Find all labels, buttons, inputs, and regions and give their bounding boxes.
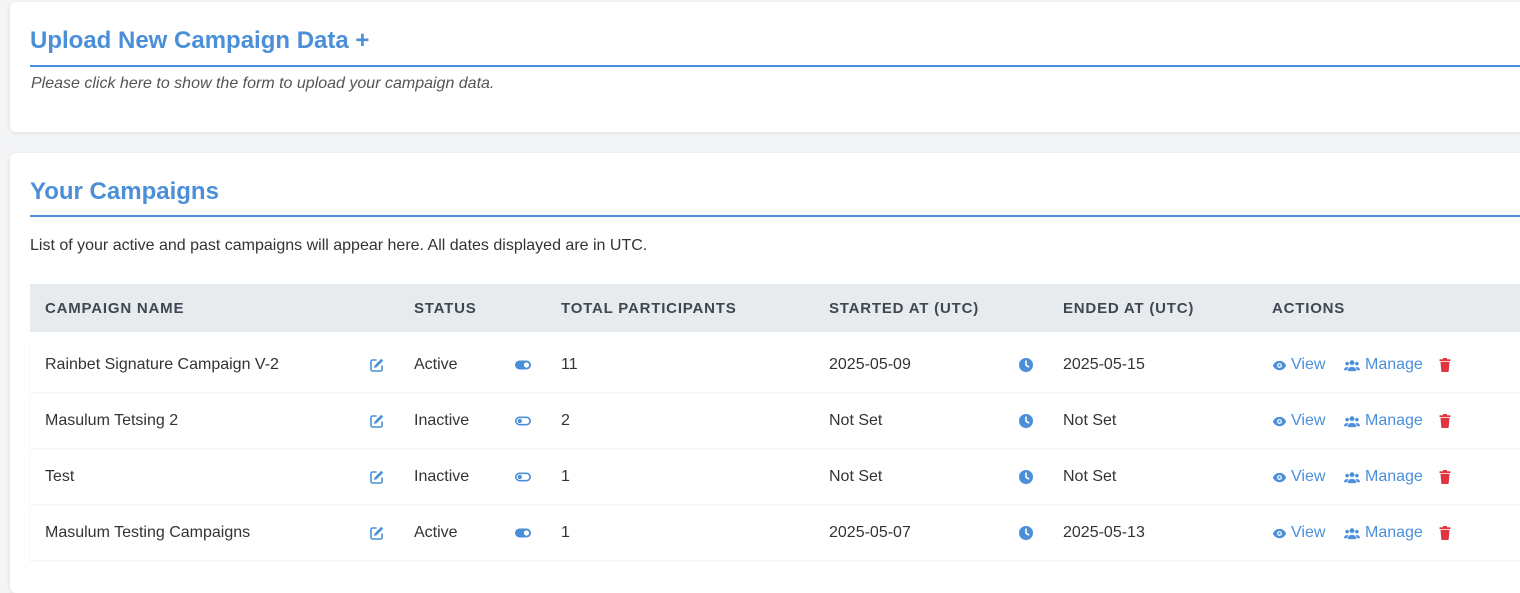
campaign-name: Rainbet Signature Campaign V-2 [45,356,279,373]
upload-card: Upload New Campaign Data + Please click … [10,2,1520,132]
campaigns-description: List of your active and past campaigns w… [30,237,648,254]
manage-link[interactable]: Manage [1343,412,1423,430]
ended-at: Not Set [1063,468,1117,485]
trash-icon[interactable] [1437,469,1453,485]
upload-title[interactable]: Upload New Campaign Data + [30,27,369,55]
ended-at: 2025-05-15 [1063,356,1145,373]
view-label: View [1291,468,1326,485]
view-link[interactable]: View [1272,524,1325,542]
campaign-status: Inactive [414,468,470,485]
manage-label: Manage [1365,412,1423,429]
total-participants: 11 [561,356,578,373]
view-label: View [1291,356,1326,373]
manage-link[interactable]: Manage [1343,468,1423,486]
clock-icon[interactable] [1018,469,1034,485]
view-label: View [1291,412,1326,429]
total-participants: 2 [561,412,570,429]
started-at: Not Set [829,412,883,429]
view-link[interactable]: View [1272,412,1325,430]
started-at: Not Set [829,468,883,485]
table-row: Rainbet Signature Campaign V-2 Active 11… [30,339,1520,392]
users-icon [1344,527,1360,539]
table-row: Test Inactive 1 Not Set Not Set View Man… [30,451,1520,504]
campaign-status: Active [414,524,458,541]
column-header-total-participants: TOTAL PARTICIPANTS [561,300,737,317]
campaigns-title: Your Campaigns [30,178,219,205]
manage-link[interactable]: Manage [1343,524,1423,542]
users-icon [1344,359,1360,371]
table-row: Masulum Tetsing 2 Inactive 2 Not Set Not… [30,395,1520,448]
manage-link[interactable]: Manage [1343,356,1423,374]
column-header-campaign-name: CAMPAIGN NAME [45,300,185,317]
manage-label: Manage [1365,524,1423,541]
started-at: 2025-05-09 [829,356,911,373]
campaign-name: Test [45,468,75,485]
manage-label: Manage [1365,468,1423,485]
campaigns-title-divider [30,215,1520,217]
clock-icon[interactable] [1018,357,1034,373]
campaign-name: Masulum Testing Campaigns [45,524,251,541]
edit-icon[interactable] [369,357,385,373]
view-link[interactable]: View [1272,356,1325,374]
view-link[interactable]: View [1272,468,1325,486]
eye-icon [1272,528,1287,538]
campaign-status: Active [414,356,458,373]
column-header-status: STATUS [414,300,477,317]
table-header: CAMPAIGN NAME STATUS TOTAL PARTICIPANTS … [30,284,1520,332]
eye-icon [1272,472,1287,482]
started-at: 2025-05-07 [829,524,911,541]
view-label: View [1291,524,1326,541]
trash-icon[interactable] [1437,357,1453,373]
trash-icon[interactable] [1437,413,1453,429]
total-participants: 1 [561,524,570,541]
trash-icon[interactable] [1437,525,1453,541]
toggle-off-icon[interactable] [514,413,532,429]
ended-at: Not Set [1063,412,1117,429]
clock-icon[interactable] [1018,413,1034,429]
eye-icon [1272,360,1287,370]
toggle-on-icon[interactable] [514,357,532,373]
edit-icon[interactable] [369,469,385,485]
campaign-name: Masulum Tetsing 2 [45,412,179,429]
total-participants: 1 [561,468,570,485]
campaign-status: Inactive [414,412,470,429]
clock-icon[interactable] [1018,525,1034,541]
campaigns-card: Your Campaigns List of your active and p… [10,153,1520,593]
edit-icon[interactable] [369,525,385,541]
table-row: Masulum Testing Campaigns Active 1 2025-… [30,507,1520,560]
upload-hint[interactable]: Please click here to show the form to up… [31,75,494,93]
users-icon [1344,471,1360,483]
ended-at: 2025-05-13 [1063,524,1145,541]
column-header-ended-at: ENDED AT (UTC) [1063,300,1195,317]
upload-title-divider [30,65,1520,67]
edit-icon[interactable] [369,413,385,429]
manage-label: Manage [1365,356,1423,373]
eye-icon [1272,416,1287,426]
toggle-on-icon[interactable] [514,525,532,541]
users-icon [1344,415,1360,427]
toggle-off-icon[interactable] [514,469,532,485]
column-header-started-at: STARTED AT (UTC) [829,300,979,317]
column-header-actions: ACTIONS [1272,300,1346,317]
